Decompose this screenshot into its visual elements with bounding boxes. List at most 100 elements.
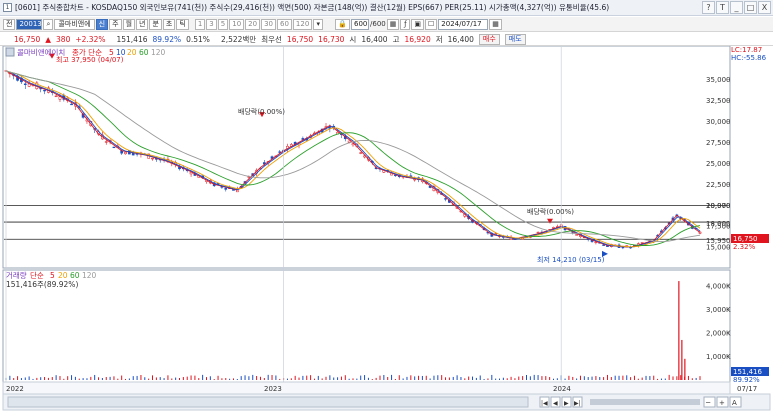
candle-body [575, 234, 578, 236]
close-button[interactable]: X [758, 1, 771, 14]
minute-60[interactable]: 60 [277, 18, 292, 30]
minute-1[interactable]: 1 [194, 18, 206, 30]
volume-current: 151,416주(89.92%) [6, 280, 78, 289]
volume-tag-label: 151,416 [733, 368, 762, 376]
zoom-slider[interactable] [590, 399, 700, 405]
volume-panel[interactable] [2, 269, 731, 383]
volume-ratio: 89.92% [152, 34, 182, 44]
credit-badge[interactable]: 신 [95, 18, 109, 30]
candle-body [43, 89, 46, 92]
candle-body [413, 178, 417, 181]
low-annotation: 최저 14,210 (03/15) [537, 255, 605, 264]
minimize-button[interactable]: _ [730, 1, 743, 14]
maximize-button[interactable]: □ [744, 1, 757, 14]
date-input[interactable]: 2024/07/17 [438, 18, 489, 30]
bid-price: 16,730 [318, 34, 345, 44]
candle-body [151, 157, 154, 160]
trade-amount: 2,522백만 [220, 34, 257, 44]
stock-code-input[interactable]: 200130 [16, 18, 46, 30]
indicator-icon[interactable]: ƒ [400, 18, 411, 30]
candle-body [58, 96, 62, 100]
count-lock-icon[interactable]: 🔒 [335, 18, 351, 30]
calendar-icon[interactable]: ▦ [489, 18, 502, 30]
quote-bar: 16,750 ▲ 380 +2.32% 151,416 89.92% 0.51%… [0, 33, 773, 46]
lc-label: LC:17.87 [731, 46, 762, 54]
pin-button[interactable]: T [716, 1, 729, 14]
hline-label-18000: 18,000 [706, 220, 731, 228]
scroll-next-label: ▶ [564, 400, 569, 407]
hc-label: HC:-55.86 [731, 54, 767, 62]
save-icon[interactable]: ▣ [411, 18, 424, 30]
period-tick[interactable]: 틱 [176, 18, 189, 30]
y-tick-label: 32,500 [706, 97, 731, 105]
y-tick-label: 35,000 [706, 76, 731, 84]
candle-body [351, 143, 355, 146]
count-total: /600 [370, 20, 386, 28]
minute-120[interactable]: 120 [292, 18, 313, 30]
current-price: 16,750 [14, 34, 41, 44]
scroll-prev-label: ◀ [553, 400, 558, 407]
candle-body [224, 187, 228, 190]
price-tag-label: 16,750 [733, 235, 758, 243]
period-second[interactable]: 초 [162, 18, 176, 30]
high-annotation: 최고 37,950 (04/07) [56, 55, 124, 64]
zoom-in-label: + [719, 399, 725, 407]
minute-dropdown-icon[interactable]: ▾ [313, 18, 324, 30]
high-price: 16,920 [404, 34, 431, 44]
volume-tick-label: 2,000K [706, 329, 731, 337]
zoom-out-label: ─ [705, 399, 711, 407]
candle-body [359, 152, 363, 154]
sell-button[interactable]: 매도 [504, 33, 526, 45]
volume-tick-label: 1,000K [706, 353, 731, 361]
chart-toolbar: 전 200130 ⌕ 콜마비앤에 신 주 월 년 분 초 틱 1 3 5 10 … [0, 17, 773, 32]
volume-legend-label: 단순 [30, 270, 44, 280]
window-controls: ? T _ □ X [702, 1, 771, 14]
volume-legend-120: 120 [82, 271, 97, 280]
app-icon: 1 [3, 3, 12, 12]
count-input[interactable]: 600 [351, 18, 370, 30]
x-label-date: 07/17 [737, 385, 757, 393]
turnover-ratio: 0.51% [186, 34, 210, 44]
scroll-first-label: |◀ [541, 400, 548, 407]
legend-ma60: 60 [139, 48, 149, 57]
minute-20[interactable]: 20 [245, 18, 261, 30]
price-tag-pct: 2.32% [733, 243, 756, 251]
period-week[interactable]: 주 [109, 18, 122, 30]
price-change-pct: +2.32% [75, 34, 106, 44]
stock-name-field[interactable]: 콜마비앤에 [54, 18, 95, 30]
period-month[interactable]: 월 [122, 18, 136, 30]
chart-type-icon[interactable]: ▦ [386, 18, 400, 30]
market-dropdown[interactable]: 전 [3, 18, 16, 30]
chart-area[interactable]: 15,000 17,500 20,000 22,500 25,000 27,500 30,0… [0, 45, 773, 411]
volume-legend-20: 20 [58, 271, 68, 280]
minute-3[interactable]: 3 [206, 18, 217, 30]
candle-body [104, 141, 108, 143]
minute-30[interactable]: 30 [261, 18, 276, 30]
x-label-2023: 2023 [264, 385, 282, 393]
volume-legend-60: 60 [70, 271, 80, 280]
y-tick-label: 27,500 [706, 139, 731, 147]
volume-tick-label: 3,000K [706, 306, 731, 314]
volume-tick-label: 4,000K [706, 282, 731, 290]
low-price: 16,400 [447, 34, 474, 44]
candle-body [112, 146, 116, 149]
low-label: 저 [435, 34, 443, 44]
legend-ma120: 120 [151, 48, 166, 57]
buy-button[interactable]: 매수 [478, 33, 500, 45]
candle-body [594, 241, 598, 244]
y-tick-label: 22,500 [706, 181, 731, 189]
stock-chart-svg[interactable]: 15,00017,50020,00022,50025,00027,50030,0… [0, 45, 773, 411]
candle-body [124, 151, 127, 155]
scroll-track[interactable] [7, 396, 529, 408]
search-icon[interactable]: ⌕ [43, 18, 54, 30]
period-year[interactable]: 년 [136, 18, 149, 30]
volume-legend-5: 5 [50, 271, 55, 280]
minute-10[interactable]: 10 [229, 18, 245, 30]
panel-toggle-icon[interactable] [5, 47, 15, 57]
candle-body [602, 244, 605, 246]
auto-fit-label: A [732, 399, 737, 407]
period-minute[interactable]: 분 [149, 18, 162, 30]
help-button[interactable]: ? [702, 1, 715, 14]
minute-5[interactable]: 5 [217, 18, 229, 30]
checkbox-icon[interactable]: ☐ [425, 18, 438, 30]
